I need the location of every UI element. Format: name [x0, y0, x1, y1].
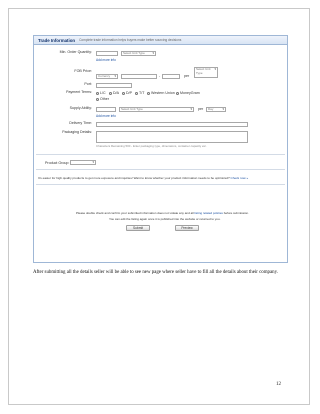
fob-dash: - [159, 74, 161, 78]
delivery-time-input[interactable] [96, 122, 248, 127]
supply-per: per [198, 107, 204, 111]
submit-button[interactable]: Submit [126, 225, 150, 231]
fob-label: FOB Price: [74, 69, 92, 73]
embedded-screenshot: Trade Information Complete trade informa… [33, 35, 288, 263]
fob-unit-select[interactable]: Select Unit Type [194, 67, 218, 78]
separator [36, 154, 285, 155]
fob-currency-select[interactable]: Currency [96, 74, 118, 79]
port-label: Port: [84, 82, 92, 86]
supply-label: Supply Ability: [69, 106, 92, 110]
caption: After submitting all the details seller … [33, 270, 278, 275]
fob-per: per [184, 74, 190, 78]
confirm-line-1: Please double check and confirm your sub… [76, 211, 249, 215]
payment-dp-checkbox[interactable] [122, 92, 125, 95]
payment-lc-checkbox[interactable] [96, 92, 99, 95]
confirm-line-2: You can edit the listing again once it i… [109, 217, 221, 221]
min-order-qty-input[interactable] [96, 51, 118, 56]
delivery-label: Delivery Time: [69, 121, 92, 125]
confirm-text-end: before submission. [223, 211, 249, 215]
payment-label: Payment Terms: [66, 90, 92, 94]
packaging-hint: Characters Remaining 500 - Enter packagi… [96, 144, 207, 148]
product-group-select[interactable] [70, 160, 96, 165]
payment-mg-label: MoneyGram [180, 91, 200, 95]
packaging-label: Packaging Details: [62, 130, 92, 134]
payment-tt-checkbox[interactable] [135, 92, 138, 95]
port-input[interactable] [96, 83, 132, 88]
payment-other-label: Other [100, 97, 109, 101]
supply-unit-select[interactable]: Select Unit Type [119, 107, 194, 112]
preview-button[interactable]: Preview [175, 225, 199, 231]
payment-tt-label: T/T [139, 91, 145, 95]
payment-other-checkbox[interactable] [96, 98, 99, 101]
payment-dp-label: D/P [126, 91, 132, 95]
payment-da-label: D/A [113, 91, 119, 95]
section-title: Trade Information [38, 37, 76, 43]
separator [36, 184, 285, 185]
payment-lc-label: L/C [100, 91, 106, 95]
optimize-note: It's easier for high quality products to… [38, 176, 248, 180]
payment-wu-checkbox[interactable] [147, 92, 150, 95]
fob-max-input[interactable] [162, 74, 180, 79]
separator [36, 169, 285, 170]
arrow-right-icon: » [246, 176, 249, 180]
supply-more-link[interactable]: Add more info [96, 114, 116, 118]
page-number: 12 [276, 382, 281, 387]
payment-da-checkbox[interactable] [109, 92, 112, 95]
section-header: Trade Information Complete trade informa… [34, 36, 287, 45]
confirm-text: Please double check and confirm your sub… [76, 211, 194, 215]
policies-link[interactable]: listing related policies [194, 211, 223, 215]
supply-period-select[interactable]: Day [206, 107, 226, 112]
optimize-text: It's easier for high quality products to… [38, 176, 230, 180]
packaging-textarea[interactable] [96, 131, 248, 143]
min-order-label: Min. Order Quantity: [59, 50, 92, 54]
section-subtitle: Complete trade information helps buyers … [79, 38, 182, 42]
payment-wu-label: Western Union [151, 91, 175, 95]
product-group-label: Product Group: [45, 161, 70, 165]
fob-min-input[interactable] [121, 74, 157, 79]
payment-mg-checkbox[interactable] [176, 92, 179, 95]
check-now-link[interactable]: Check now [231, 176, 246, 180]
min-order-unit-select[interactable]: Select Unit Type [121, 51, 156, 56]
min-order-more-link[interactable]: Add more info [96, 58, 116, 62]
supply-qty-input[interactable] [96, 107, 116, 112]
